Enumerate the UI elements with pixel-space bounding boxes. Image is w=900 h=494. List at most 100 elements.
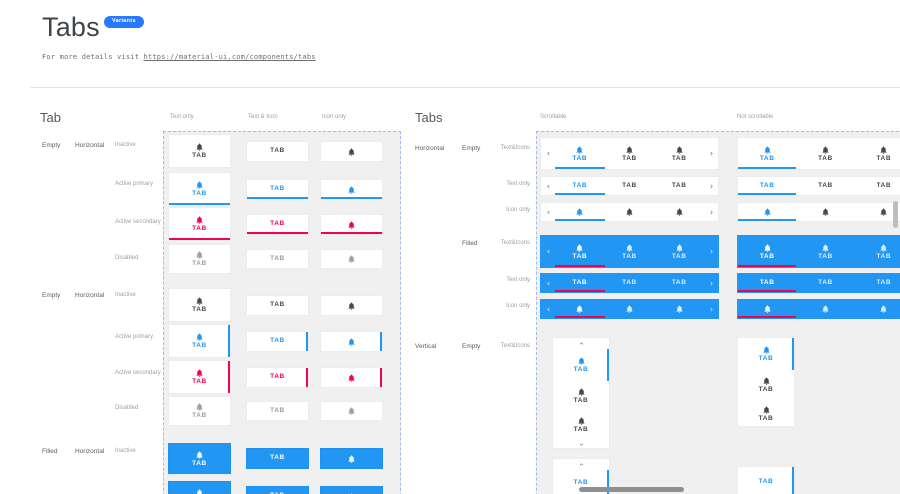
tab-item-active[interactable]: TAB xyxy=(738,467,794,494)
scroll-up-button[interactable] xyxy=(553,459,609,470)
tab-item-active[interactable] xyxy=(738,300,796,318)
tab-cell-filled[interactable] xyxy=(320,486,383,494)
tab-item[interactable]: TAB xyxy=(654,274,704,292)
tab-item[interactable]: TAB xyxy=(738,399,794,428)
tab-cell-active-secondary[interactable]: TAB xyxy=(168,360,231,394)
scroll-left-button[interactable] xyxy=(541,300,555,318)
horizontal-scrollbar-thumb[interactable] xyxy=(579,487,684,492)
tab-item[interactable]: TAB xyxy=(796,236,854,267)
scroll-right-button[interactable] xyxy=(704,177,718,195)
tab-item-active[interactable]: TAB xyxy=(738,177,796,195)
tab-item-active[interactable]: TAB xyxy=(555,274,605,292)
tab-item[interactable]: TAB xyxy=(605,177,655,195)
tab-item-active[interactable]: TAB xyxy=(738,236,796,267)
scroll-right-button[interactable] xyxy=(704,236,718,267)
tab-item[interactable]: TAB xyxy=(796,177,854,195)
tab-item-active[interactable]: TAB xyxy=(555,138,605,169)
tab-cell-active-secondary[interactable] xyxy=(320,214,383,235)
scroll-left-button[interactable] xyxy=(541,177,555,195)
tab-item[interactable]: TAB xyxy=(654,177,704,195)
tab-cell-active-secondary[interactable]: TAB xyxy=(246,214,309,235)
scroll-down-button[interactable] xyxy=(553,439,609,450)
tab-label: TAB xyxy=(192,307,207,314)
tab-item[interactable]: TAB xyxy=(553,381,609,410)
tab-cell-inactive[interactable]: TAB xyxy=(246,295,309,316)
scroll-left-button[interactable] xyxy=(541,274,555,292)
chevron-right-icon xyxy=(708,280,715,287)
tab-cell-active-secondary[interactable] xyxy=(320,367,383,388)
tab-cell-active-primary[interactable] xyxy=(320,179,383,200)
tab-item-active[interactable]: TAB xyxy=(553,349,609,381)
scroll-left-button[interactable] xyxy=(541,236,555,267)
tab-cell-filled[interactable]: TAB xyxy=(168,443,231,474)
tab-item[interactable]: TAB xyxy=(605,274,655,292)
tab-item-active[interactable]: TAB xyxy=(738,138,796,169)
tab-cell-active-primary[interactable]: TAB xyxy=(168,324,231,358)
tab-item[interactable]: TAB xyxy=(796,274,854,292)
tab-item[interactable]: TAB xyxy=(654,236,704,267)
tab-cell-active-primary[interactable] xyxy=(320,331,383,352)
tab-item[interactable] xyxy=(796,300,854,318)
tab-cell-inactive[interactable] xyxy=(320,141,383,162)
tab-cell-filled[interactable]: TAB xyxy=(246,486,309,494)
tab-item-active[interactable] xyxy=(555,203,605,221)
scroll-up-button[interactable] xyxy=(553,338,609,349)
tab-item-active[interactable]: TAB xyxy=(555,177,605,195)
tab-item[interactable] xyxy=(654,300,704,318)
tab-cell-active-primary[interactable]: TAB xyxy=(168,172,231,206)
tab-item[interactable]: TAB xyxy=(553,410,609,439)
scroll-left-button[interactable] xyxy=(541,203,555,221)
bell-icon xyxy=(762,405,771,415)
tab-label: TAB xyxy=(622,280,637,287)
state-label: Disabled xyxy=(115,405,138,411)
tab-cell-inactive[interactable]: TAB xyxy=(168,134,231,168)
tab-item-active[interactable]: TAB xyxy=(738,274,796,292)
tab-item[interactable]: TAB xyxy=(738,370,794,399)
tab-cell-disabled[interactable]: TAB xyxy=(246,401,309,421)
tab-cell-disabled[interactable] xyxy=(320,401,383,421)
tab-label: TAB xyxy=(192,261,207,268)
tab-item-active[interactable]: TAB xyxy=(738,338,794,370)
state-label: Active secondary xyxy=(115,370,161,376)
tab-cell-inactive[interactable]: TAB xyxy=(246,141,309,162)
scroll-right-button[interactable] xyxy=(704,274,718,292)
tab-item[interactable]: TAB xyxy=(796,138,854,169)
tab-cell-disabled[interactable] xyxy=(320,249,383,269)
tab-item[interactable]: TAB xyxy=(855,236,900,267)
tab-cell-active-secondary[interactable]: TAB xyxy=(168,207,231,241)
tab-cell-filled[interactable]: TAB xyxy=(168,481,231,494)
tab-cell-filled[interactable]: TAB xyxy=(246,448,309,469)
scroll-left-button[interactable] xyxy=(541,138,555,169)
scroll-right-button[interactable] xyxy=(704,300,718,318)
tab-cell-inactive[interactable]: TAB xyxy=(168,288,231,322)
tab-cell-disabled[interactable]: TAB xyxy=(168,396,231,426)
tab-cell-disabled[interactable]: TAB xyxy=(168,244,231,274)
tab-cell-inactive[interactable] xyxy=(320,295,383,316)
tab-item[interactable]: TAB xyxy=(855,138,900,169)
tab-item-active[interactable] xyxy=(738,203,796,221)
tab-item[interactable]: TAB xyxy=(605,138,655,169)
tab-cell-disabled[interactable]: TAB xyxy=(246,249,309,269)
bell-icon xyxy=(195,368,204,378)
tab-cell-active-secondary[interactable]: TAB xyxy=(246,367,309,388)
tab-item[interactable]: TAB xyxy=(855,274,900,292)
tab-item[interactable]: TAB xyxy=(855,177,900,195)
tab-item[interactable] xyxy=(605,203,655,221)
tab-item-active[interactable] xyxy=(555,300,605,318)
vertical-scrollbar-thumb[interactable] xyxy=(893,201,898,228)
tab-cell-active-primary[interactable]: TAB xyxy=(246,179,309,200)
tab-cell-active-primary[interactable]: TAB xyxy=(246,331,309,352)
tab-item[interactable]: TAB xyxy=(654,138,704,169)
tab-item[interactable] xyxy=(605,300,655,318)
material-ui-link[interactable]: https://material-ui.com/components/tabs xyxy=(144,53,316,61)
tab-item[interactable]: TAB xyxy=(605,236,655,267)
tab-item[interactable] xyxy=(855,300,900,318)
variants-badge: Variants xyxy=(104,16,144,28)
tab-cell-filled[interactable] xyxy=(320,448,383,469)
tab-item[interactable] xyxy=(796,203,854,221)
scroll-right-button[interactable] xyxy=(704,203,718,221)
scroll-right-button[interactable] xyxy=(704,138,718,169)
tab-item-active[interactable]: TAB xyxy=(555,236,605,267)
tab-item[interactable] xyxy=(654,203,704,221)
tab-label: TAB xyxy=(760,183,775,190)
